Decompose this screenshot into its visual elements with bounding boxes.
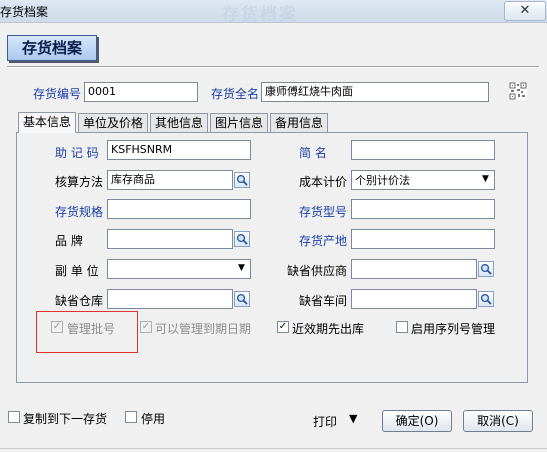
brand-input[interactable]	[107, 229, 233, 249]
magnifier-icon	[480, 263, 492, 275]
tab-reserve[interactable]: 备用信息	[270, 113, 328, 132]
print-button[interactable]: 打印	[313, 413, 337, 430]
mnemonic-label: 助 记 码	[55, 146, 99, 160]
model-input[interactable]	[351, 199, 495, 219]
near-expiry-checkbox[interactable]: ✓	[277, 321, 289, 333]
magnifier-icon	[480, 293, 492, 305]
warehouse-label: 缺省仓库	[55, 294, 104, 308]
accounting-lookup-button[interactable]	[234, 172, 250, 188]
disable-label: 停用	[141, 412, 166, 426]
costing-select[interactable]: 个别计价法 ▼	[351, 170, 495, 190]
accounting-input[interactable]: 库存商品	[107, 170, 233, 190]
window-title: 存货档案	[0, 5, 49, 19]
near-expiry-label: 近效期先出库	[292, 322, 365, 336]
chevron-down-icon: ▼	[482, 174, 489, 184]
expiry-checkbox[interactable]: ✓	[140, 321, 152, 333]
warehouse-lookup-button[interactable]	[234, 291, 250, 307]
model-label: 存货型号	[299, 205, 348, 219]
tab-basic[interactable]: 基本信息	[18, 112, 76, 133]
supplier-input[interactable]	[351, 259, 477, 279]
ok-button[interactable]: 确定(O)	[382, 410, 452, 432]
workshop-label: 缺省车间	[299, 294, 348, 308]
subunit-label: 副 单 位	[55, 264, 99, 278]
workshop-lookup-button[interactable]	[478, 291, 494, 307]
form-header-badge: 存货档案	[7, 35, 97, 61]
expiry-label: 可以管理到期日期	[155, 322, 252, 336]
copy-next-label: 复制到下一存货	[23, 412, 108, 426]
print-dropdown-icon[interactable]: ▼	[349, 412, 357, 425]
serial-checkbox[interactable]	[396, 321, 408, 333]
magnifier-icon	[236, 174, 248, 186]
qr-code-icon[interactable]	[509, 82, 527, 100]
close-icon: ✕	[519, 3, 531, 18]
costing-value: 个别计价法	[355, 174, 410, 187]
code-label: 存货编号	[33, 87, 82, 101]
bottom-edge	[0, 448, 547, 449]
disable-checkbox[interactable]	[125, 411, 137, 423]
tab-unit-price[interactable]: 单位及价格	[78, 113, 148, 132]
workshop-input[interactable]	[351, 289, 477, 309]
costing-label: 成本计价	[299, 175, 348, 189]
fullname-input[interactable]: 康师傅红烧牛肉面	[261, 82, 489, 102]
warehouse-input[interactable]	[107, 289, 233, 309]
tab-other[interactable]: 其他信息	[150, 113, 208, 132]
close-button[interactable]: ✕	[504, 1, 546, 21]
spec-label: 存货规格	[55, 205, 104, 219]
origin-input[interactable]	[351, 229, 495, 249]
mnemonic-input[interactable]: KSFHSNRM	[107, 140, 251, 160]
supplier-label: 缺省供应商	[287, 264, 348, 278]
batch-checkbox[interactable]: ✓	[51, 321, 63, 333]
magnifier-icon	[236, 233, 248, 245]
short-name-label: 简 名	[299, 146, 327, 160]
batch-label: 管理批号	[67, 322, 116, 336]
serial-label: 启用序列号管理	[411, 322, 496, 336]
origin-label: 存货产地	[299, 234, 348, 248]
brand-label: 品 牌	[55, 234, 83, 248]
brand-lookup-button[interactable]	[234, 231, 250, 247]
tab-image[interactable]: 图片信息	[210, 113, 268, 132]
spec-input[interactable]	[107, 199, 251, 219]
supplier-lookup-button[interactable]	[478, 261, 494, 277]
code-input[interactable]: 0001	[84, 82, 198, 102]
accounting-label: 核算方法	[55, 175, 104, 189]
window-ghost-title: 存货档案	[222, 5, 298, 25]
magnifier-icon	[236, 293, 248, 305]
header-divider	[7, 66, 539, 68]
fullname-label: 存货全名	[211, 87, 260, 101]
cancel-button[interactable]: 取消(C)	[463, 410, 533, 432]
short-name-input[interactable]	[351, 140, 495, 160]
copy-next-checkbox[interactable]	[8, 411, 20, 423]
chevron-down-icon: ▼	[238, 263, 245, 273]
subunit-select[interactable]: ▼	[107, 259, 251, 279]
